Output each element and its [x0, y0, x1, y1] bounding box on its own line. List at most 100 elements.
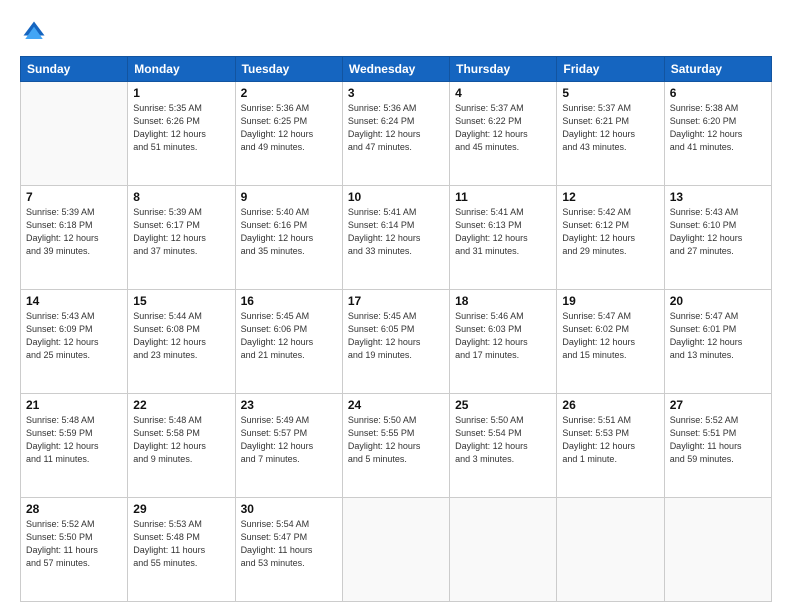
day-info: Sunrise: 5:53 AM Sunset: 5:48 PM Dayligh… [133, 518, 229, 570]
day-info: Sunrise: 5:51 AM Sunset: 5:53 PM Dayligh… [562, 414, 658, 466]
day-info: Sunrise: 5:45 AM Sunset: 6:06 PM Dayligh… [241, 310, 337, 362]
day-number: 11 [455, 190, 551, 204]
day-cell: 8Sunrise: 5:39 AM Sunset: 6:17 PM Daylig… [128, 186, 235, 290]
week-row-2: 7 Sunrise: 5:39 AM Sunset: 6:18 PM Daylig… [21, 186, 772, 290]
day-number: 5 [562, 86, 658, 100]
day-info: Sunrise: 5:36 AM Sunset: 6:24 PM Dayligh… [348, 102, 444, 154]
day-number: 16 [241, 294, 337, 308]
day-cell: 16 Sunrise: 5:45 AM Sunset: 6:06 PM Dayli… [235, 290, 342, 394]
week-row-5: 28Sunrise: 5:52 AM Sunset: 5:50 PM Dayli… [21, 498, 772, 602]
weekday-header-thursday: Thursday [450, 57, 557, 82]
day-info: Sunrise: 5:41 AM Sunset: 6:13 PM Dayligh… [455, 206, 551, 258]
day-cell: 15Sunrise: 5:44 AM Sunset: 6:08 PM Dayli… [128, 290, 235, 394]
day-number: 18 [455, 294, 551, 308]
day-cell: 30 Sunrise: 5:54 AM Sunset: 5:47 PM Dayli… [235, 498, 342, 602]
day-cell: 26 Sunrise: 5:51 AM Sunset: 5:53 PM Dayli… [557, 394, 664, 498]
weekday-header-monday: Monday [128, 57, 235, 82]
day-number: 25 [455, 398, 551, 412]
calendar: SundayMondayTuesdayWednesdayThursdayFrid… [20, 56, 772, 602]
day-cell: 18 Sunrise: 5:46 AM Sunset: 6:03 PM Dayli… [450, 290, 557, 394]
day-cell [664, 498, 771, 602]
day-info: Sunrise: 5:44 AM Sunset: 6:08 PM Dayligh… [133, 310, 229, 362]
day-number: 6 [670, 86, 766, 100]
day-info: Sunrise: 5:42 AM Sunset: 6:12 PM Dayligh… [562, 206, 658, 258]
day-number: 7 [26, 190, 122, 204]
day-cell: 11 Sunrise: 5:41 AM Sunset: 6:13 PM Dayli… [450, 186, 557, 290]
weekday-header-wednesday: Wednesday [342, 57, 449, 82]
day-number: 24 [348, 398, 444, 412]
day-info: Sunrise: 5:52 AM Sunset: 5:50 PM Dayligh… [26, 518, 122, 570]
day-info: Sunrise: 5:46 AM Sunset: 6:03 PM Dayligh… [455, 310, 551, 362]
day-info: Sunrise: 5:50 AM Sunset: 5:54 PM Dayligh… [455, 414, 551, 466]
day-info: Sunrise: 5:48 AM Sunset: 5:58 PM Dayligh… [133, 414, 229, 466]
week-row-4: 21 Sunrise: 5:48 AM Sunset: 5:59 PM Dayli… [21, 394, 772, 498]
day-cell: 1 Sunrise: 5:35 AM Sunset: 6:26 PM Daylig… [128, 82, 235, 186]
day-cell: 23 Sunrise: 5:49 AM Sunset: 5:57 PM Dayli… [235, 394, 342, 498]
weekday-header-sunday: Sunday [21, 57, 128, 82]
day-cell: 29 Sunrise: 5:53 AM Sunset: 5:48 PM Dayli… [128, 498, 235, 602]
day-cell: 24 Sunrise: 5:50 AM Sunset: 5:55 PM Dayli… [342, 394, 449, 498]
day-info: Sunrise: 5:54 AM Sunset: 5:47 PM Dayligh… [241, 518, 337, 570]
day-cell: 6 Sunrise: 5:38 AM Sunset: 6:20 PM Daylig… [664, 82, 771, 186]
day-number: 19 [562, 294, 658, 308]
day-number: 9 [241, 190, 337, 204]
day-cell: 9 Sunrise: 5:40 AM Sunset: 6:16 PM Daylig… [235, 186, 342, 290]
day-number: 27 [670, 398, 766, 412]
day-info: Sunrise: 5:43 AM Sunset: 6:09 PM Dayligh… [26, 310, 122, 362]
day-info: Sunrise: 5:39 AM Sunset: 6:18 PM Dayligh… [26, 206, 122, 258]
day-info: Sunrise: 5:50 AM Sunset: 5:55 PM Dayligh… [348, 414, 444, 466]
weekday-header-friday: Friday [557, 57, 664, 82]
page: SundayMondayTuesdayWednesdayThursdayFrid… [0, 0, 792, 612]
day-info: Sunrise: 5:45 AM Sunset: 6:05 PM Dayligh… [348, 310, 444, 362]
day-info: Sunrise: 5:52 AM Sunset: 5:51 PM Dayligh… [670, 414, 766, 466]
header [20, 18, 772, 46]
logo-icon [20, 18, 48, 46]
day-cell: 4 Sunrise: 5:37 AM Sunset: 6:22 PM Daylig… [450, 82, 557, 186]
day-cell [21, 82, 128, 186]
day-info: Sunrise: 5:47 AM Sunset: 6:02 PM Dayligh… [562, 310, 658, 362]
day-number: 17 [348, 294, 444, 308]
day-info: Sunrise: 5:49 AM Sunset: 5:57 PM Dayligh… [241, 414, 337, 466]
day-cell: 10 Sunrise: 5:41 AM Sunset: 6:14 PM Dayli… [342, 186, 449, 290]
day-cell [450, 498, 557, 602]
day-info: Sunrise: 5:43 AM Sunset: 6:10 PM Dayligh… [670, 206, 766, 258]
weekday-header-row: SundayMondayTuesdayWednesdayThursdayFrid… [21, 57, 772, 82]
day-number: 23 [241, 398, 337, 412]
day-cell: 20Sunrise: 5:47 AM Sunset: 6:01 PM Dayli… [664, 290, 771, 394]
week-row-3: 14 Sunrise: 5:43 AM Sunset: 6:09 PM Dayli… [21, 290, 772, 394]
day-info: Sunrise: 5:36 AM Sunset: 6:25 PM Dayligh… [241, 102, 337, 154]
day-number: 1 [133, 86, 229, 100]
day-cell: 14 Sunrise: 5:43 AM Sunset: 6:09 PM Dayli… [21, 290, 128, 394]
day-number: 13 [670, 190, 766, 204]
day-number: 4 [455, 86, 551, 100]
day-cell: 28Sunrise: 5:52 AM Sunset: 5:50 PM Dayli… [21, 498, 128, 602]
day-info: Sunrise: 5:35 AM Sunset: 6:26 PM Dayligh… [133, 102, 229, 154]
day-info: Sunrise: 5:38 AM Sunset: 6:20 PM Dayligh… [670, 102, 766, 154]
day-cell: 2 Sunrise: 5:36 AM Sunset: 6:25 PM Daylig… [235, 82, 342, 186]
day-number: 3 [348, 86, 444, 100]
day-number: 26 [562, 398, 658, 412]
day-number: 12 [562, 190, 658, 204]
day-cell: 21 Sunrise: 5:48 AM Sunset: 5:59 PM Dayli… [21, 394, 128, 498]
day-info: Sunrise: 5:40 AM Sunset: 6:16 PM Dayligh… [241, 206, 337, 258]
day-cell: 17 Sunrise: 5:45 AM Sunset: 6:05 PM Dayli… [342, 290, 449, 394]
day-cell [557, 498, 664, 602]
day-cell: 13 Sunrise: 5:43 AM Sunset: 6:10 PM Dayli… [664, 186, 771, 290]
day-info: Sunrise: 5:37 AM Sunset: 6:21 PM Dayligh… [562, 102, 658, 154]
week-row-1: 1 Sunrise: 5:35 AM Sunset: 6:26 PM Daylig… [21, 82, 772, 186]
day-number: 2 [241, 86, 337, 100]
day-number: 10 [348, 190, 444, 204]
day-cell: 12 Sunrise: 5:42 AM Sunset: 6:12 PM Dayli… [557, 186, 664, 290]
day-cell: 22Sunrise: 5:48 AM Sunset: 5:58 PM Dayli… [128, 394, 235, 498]
day-cell: 25 Sunrise: 5:50 AM Sunset: 5:54 PM Dayli… [450, 394, 557, 498]
day-info: Sunrise: 5:41 AM Sunset: 6:14 PM Dayligh… [348, 206, 444, 258]
day-info: Sunrise: 5:37 AM Sunset: 6:22 PM Dayligh… [455, 102, 551, 154]
day-number: 8 [133, 190, 229, 204]
day-number: 14 [26, 294, 122, 308]
day-number: 21 [26, 398, 122, 412]
weekday-header-saturday: Saturday [664, 57, 771, 82]
day-number: 29 [133, 502, 229, 516]
day-number: 30 [241, 502, 337, 516]
day-cell [342, 498, 449, 602]
day-info: Sunrise: 5:48 AM Sunset: 5:59 PM Dayligh… [26, 414, 122, 466]
